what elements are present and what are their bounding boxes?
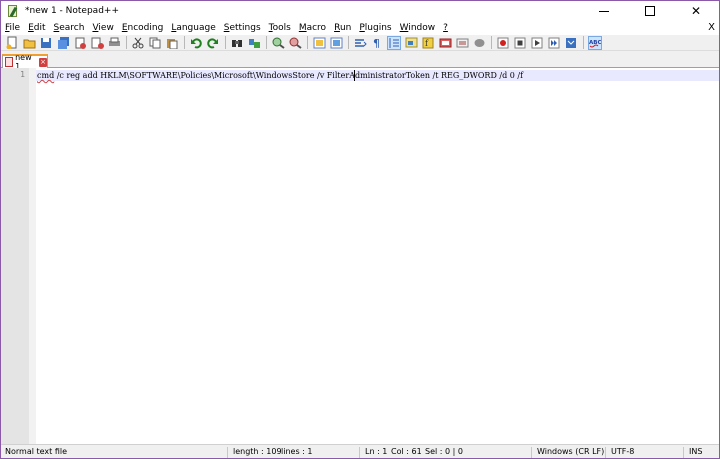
maximize-button[interactable]	[627, 1, 673, 21]
menu-search[interactable]: Search	[50, 21, 89, 35]
status-sel: Sel : 0 | 0	[425, 447, 463, 456]
indent-guide-icon[interactable]	[387, 35, 401, 50]
menu-run[interactable]: Run	[330, 21, 355, 35]
menu-window[interactable]: Window	[396, 21, 440, 35]
stop-record-icon[interactable]	[513, 36, 527, 50]
toolbar-separator	[348, 36, 349, 49]
find-icon[interactable]	[230, 36, 244, 50]
line-text: /c reg add HKLM\SOFTWARE\Policies\Micros…	[54, 71, 524, 80]
document-list-icon[interactable]	[455, 36, 469, 50]
menu-settings[interactable]: Settings	[220, 21, 265, 35]
menu-file[interactable]: File	[1, 21, 24, 35]
status-divider	[227, 447, 228, 458]
menu-tools[interactable]: Tools	[265, 21, 295, 35]
text-caret	[354, 70, 355, 81]
sync-horizontal-icon[interactable]	[329, 36, 343, 50]
monitoring-icon[interactable]	[472, 36, 486, 50]
cut-icon[interactable]	[131, 36, 145, 50]
show-all-chars-icon[interactable]: ¶	[370, 36, 384, 50]
copy-icon[interactable]	[148, 36, 162, 50]
menu-plugins[interactable]: Plugins	[355, 21, 395, 35]
function-list-icon[interactable]: f	[421, 36, 435, 50]
redo-icon[interactable]	[206, 36, 220, 50]
toolbar-separator	[184, 36, 185, 49]
play-macro-icon[interactable]	[530, 36, 544, 50]
window-title: *new 1 - Notepad++	[25, 6, 119, 16]
toolbar-separator	[225, 36, 226, 49]
line-number-gutter: 1	[1, 68, 29, 444]
status-col: Col : 61	[391, 447, 422, 456]
status-ln: Ln : 1	[365, 447, 388, 456]
status-divider	[359, 447, 360, 458]
status-lines: lines : 1	[281, 447, 313, 456]
open-file-icon[interactable]	[22, 36, 36, 50]
toolbar-separator	[307, 36, 308, 49]
code-line[interactable]: cmd /c reg add HKLM\SOFTWARE\Policies\Mi…	[37, 70, 523, 81]
save-icon[interactable]	[39, 36, 53, 50]
word-wrap-icon[interactable]	[353, 36, 367, 50]
fold-margin[interactable]	[29, 68, 36, 444]
save-macro-icon[interactable]	[564, 36, 578, 50]
replace-icon[interactable]	[247, 36, 261, 50]
new-file-icon[interactable]	[5, 36, 19, 50]
minimize-button[interactable]	[581, 1, 627, 21]
notepad-app-icon[interactable]	[6, 4, 20, 18]
toolbar-separator	[583, 36, 584, 49]
zoom-out-icon[interactable]	[288, 36, 302, 50]
close-icon: ✕	[690, 4, 702, 18]
status-divider	[683, 447, 684, 458]
menu-bar: File Edit Search View Encoding Language …	[1, 21, 719, 35]
title-bar[interactable]: *new 1 - Notepad++ ✕	[1, 1, 719, 21]
paste-icon[interactable]	[165, 36, 179, 50]
toolbar-separator	[491, 36, 492, 49]
notepad-window: *new 1 - Notepad++ ✕ File Edit Search Vi…	[0, 0, 720, 459]
toolbar-separator	[266, 36, 267, 49]
misspelled-word: cmd	[37, 71, 55, 80]
minimize-icon	[599, 10, 609, 12]
tab-close-icon[interactable]: ×	[39, 57, 47, 67]
toolbar-separator	[126, 36, 127, 49]
status-eol[interactable]: Windows (CR LF)	[537, 445, 604, 459]
undo-icon[interactable]	[189, 36, 203, 50]
sync-vertical-icon[interactable]	[312, 36, 326, 50]
menu-macro[interactable]: Macro	[295, 21, 330, 35]
tab-new-1[interactable]: new 1 ×	[2, 53, 48, 71]
zoom-in-icon[interactable]	[271, 36, 285, 50]
close-document-button[interactable]: X	[708, 21, 715, 35]
folder-workspace-icon[interactable]	[438, 36, 452, 50]
record-macro-icon[interactable]	[496, 36, 510, 50]
close-icon[interactable]	[73, 36, 87, 50]
status-divider	[531, 447, 532, 458]
spell-check-icon[interactable]: ABC	[588, 35, 602, 50]
status-bar: Normal text file length : 109 lines : 1 …	[1, 444, 719, 458]
close-window-button[interactable]: ✕	[673, 1, 719, 21]
status-file-type: Normal text file	[5, 447, 68, 456]
save-all-icon[interactable]	[56, 36, 70, 50]
status-divider	[605, 447, 606, 458]
tab-bar: new 1 ×	[1, 52, 719, 71]
maximize-icon	[645, 6, 655, 16]
text-editor[interactable]: 1 cmd /c reg add HKLM\SOFTWARE\Policies\…	[1, 68, 719, 444]
menu-encoding[interactable]: Encoding	[118, 21, 167, 35]
menu-view[interactable]: View	[88, 21, 117, 35]
toolbar: ¶ f ABC	[1, 35, 719, 51]
menu-edit[interactable]: Edit	[24, 21, 49, 35]
run-macro-multiple-icon[interactable]	[547, 36, 561, 50]
unsaved-file-icon	[5, 57, 14, 67]
document-map-icon[interactable]	[404, 36, 418, 50]
status-insert-mode[interactable]: INS	[689, 445, 702, 459]
status-encoding[interactable]: UTF-8	[611, 445, 634, 459]
line-number: 1	[20, 70, 25, 79]
status-length: length : 109	[233, 447, 282, 456]
print-icon[interactable]	[107, 36, 121, 50]
menu-language[interactable]: Language	[167, 21, 219, 35]
menu-help[interactable]: ?	[439, 21, 452, 35]
svg-text:¶: ¶	[373, 37, 380, 49]
close-all-icon[interactable]	[90, 36, 104, 50]
